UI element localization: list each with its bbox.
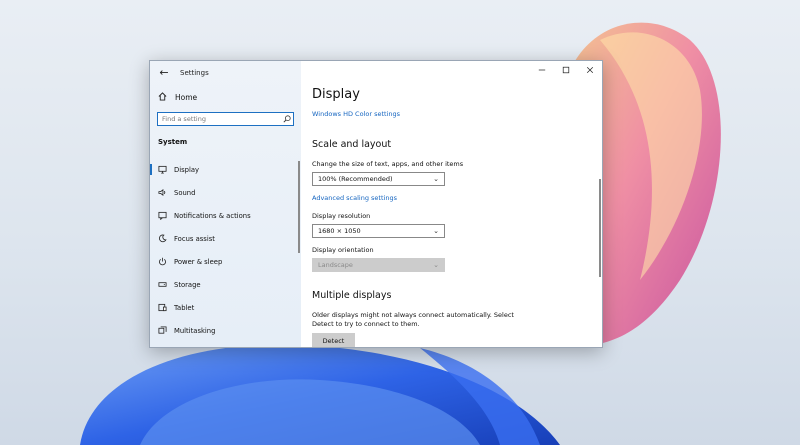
minimize-button[interactable]	[530, 61, 554, 79]
sidebar-item-label: Sound	[174, 188, 196, 197]
speaker-icon	[158, 188, 167, 197]
resolution-label: Display resolution	[312, 212, 371, 220]
scale-value: 100% (Recommended)	[318, 175, 393, 183]
search-icon[interactable]	[281, 115, 293, 123]
multitasking-icon	[158, 326, 167, 335]
hd-color-link[interactable]: Windows HD Color settings	[312, 110, 400, 118]
page-title: Display	[312, 87, 360, 102]
scale-dropdown[interactable]: 100% (Recommended) ⌄	[312, 172, 445, 186]
home-nav-item[interactable]: Home	[158, 92, 197, 103]
sidebar-item-label: Multitasking	[174, 326, 216, 335]
chevron-down-icon: ⌄	[433, 261, 439, 269]
home-icon	[158, 92, 167, 103]
sidebar-nav: Display Sound Notifications & actions Fo…	[150, 158, 301, 342]
multiple-displays-text: Older displays might not always connect …	[312, 311, 514, 328]
sidebar-scrollbar[interactable]	[298, 161, 300, 253]
chevron-down-icon: ⌄	[433, 175, 439, 183]
search-input[interactable]	[158, 115, 281, 123]
sidebar-item-label: Power & sleep	[174, 257, 223, 266]
scale-label: Change the size of text, apps, and other…	[312, 160, 464, 168]
sidebar-item-sound[interactable]: Sound	[150, 181, 301, 204]
tablet-icon	[158, 303, 167, 312]
window-title: Settings	[180, 68, 209, 77]
orientation-label: Display orientation	[312, 246, 374, 254]
orientation-dropdown: Landscape ⌄	[312, 258, 445, 272]
home-label: Home	[175, 93, 198, 102]
scale-layout-heading: Scale and layout	[312, 139, 392, 150]
sidebar-item-label: Focus assist	[174, 234, 215, 243]
sidebar-item-power-sleep[interactable]: Power & sleep	[150, 250, 301, 273]
close-button[interactable]	[578, 61, 602, 79]
window-controls	[530, 61, 602, 79]
maximize-button[interactable]	[554, 61, 578, 79]
titlebar: ← Settings	[158, 66, 209, 79]
sidebar-item-notifications[interactable]: Notifications & actions	[150, 204, 301, 227]
resolution-dropdown[interactable]: 1680 × 1050 ⌄	[312, 224, 445, 238]
power-icon	[158, 257, 167, 266]
sidebar-item-label: Display	[174, 165, 200, 174]
advanced-scaling-link[interactable]: Advanced scaling settings	[312, 194, 397, 202]
sidebar-item-label: Notifications & actions	[174, 211, 251, 220]
chevron-down-icon: ⌄	[433, 227, 439, 235]
section-title: System	[158, 138, 188, 146]
back-arrow-icon[interactable]: ←	[158, 66, 170, 79]
detect-button[interactable]: Detect	[312, 333, 355, 347]
notifications-icon	[158, 211, 167, 220]
main-content: Display Windows HD Color settings Scale …	[301, 61, 602, 347]
sidebar-item-label: Storage	[174, 280, 201, 289]
multiple-displays-heading: Multiple displays	[312, 290, 392, 301]
settings-window: ← Settings Home System Display Sound	[149, 60, 603, 348]
sidebar-item-display[interactable]: Display	[150, 158, 301, 181]
content-scrollbar[interactable]	[599, 179, 601, 277]
search-box[interactable]	[157, 112, 294, 126]
sidebar-item-label: Tablet	[174, 303, 195, 312]
sidebar-item-multitasking[interactable]: Multitasking	[150, 319, 301, 342]
sidebar-item-storage[interactable]: Storage	[150, 273, 301, 296]
sidebar-item-tablet[interactable]: Tablet	[150, 296, 301, 319]
resolution-value: 1680 × 1050	[318, 227, 361, 235]
sidebar-item-focus-assist[interactable]: Focus assist	[150, 227, 301, 250]
moon-icon	[158, 234, 167, 243]
sidebar: ← Settings Home System Display Sound	[150, 61, 301, 347]
monitor-icon	[158, 165, 167, 174]
orientation-value: Landscape	[318, 261, 353, 269]
storage-icon	[158, 280, 167, 289]
